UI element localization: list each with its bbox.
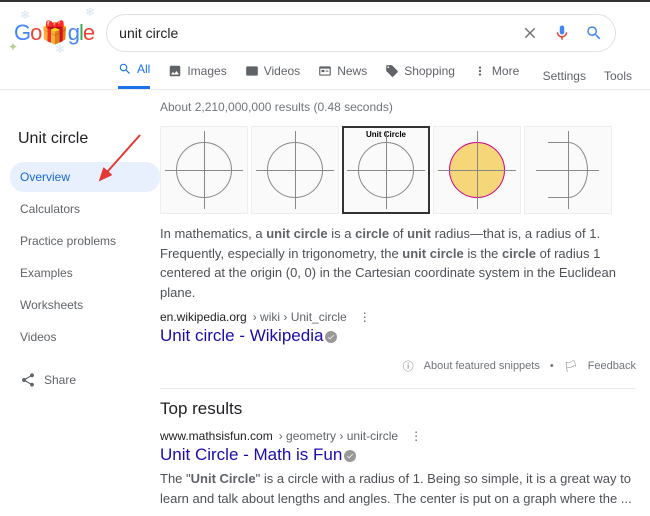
tab-label: Images — [187, 64, 226, 78]
sidebar-item-calculators[interactable]: Calculators — [10, 194, 160, 224]
verified-icon — [325, 331, 337, 343]
more-icon[interactable]: ⋮ — [410, 429, 422, 443]
more-icon[interactable]: ⋮ — [359, 310, 371, 324]
about-snippets-link[interactable]: About featured snippets — [424, 360, 540, 372]
sidebar-item-examples[interactable]: Examples — [10, 258, 160, 288]
tab-label: Videos — [264, 64, 300, 78]
tab-images[interactable]: Images — [168, 62, 226, 89]
search-box[interactable] — [106, 14, 616, 52]
thumbnail[interactable] — [433, 126, 521, 214]
sidebar-item-overview[interactable]: Overview — [10, 162, 160, 192]
result-stats: About 2,210,000,000 results (0.48 second… — [0, 90, 650, 114]
result-title-link[interactable]: Unit circle - Wikipedia — [160, 326, 323, 346]
side-title: Unit circle — [10, 126, 160, 162]
image-thumbnails: Unit Circle — [160, 126, 636, 214]
result-cite: en.wikipedia.org › wiki › Unit_circle ⋮ — [160, 310, 636, 324]
tab-label: All — [137, 62, 150, 76]
search-icon[interactable] — [585, 24, 603, 42]
feedback-link[interactable]: Feedback — [588, 360, 636, 372]
tab-label: News — [337, 64, 367, 78]
tab-label: Shopping — [404, 64, 455, 78]
section-heading: Top results — [160, 399, 636, 419]
tab-more[interactable]: More — [473, 62, 519, 89]
info-icon[interactable]: ⓘ — [403, 358, 414, 374]
tools-link[interactable]: Tools — [604, 69, 632, 83]
tab-videos[interactable]: Videos — [245, 62, 300, 89]
sidebar-item-videos[interactable]: Videos — [10, 322, 160, 352]
search-input[interactable] — [119, 25, 521, 41]
settings-link[interactable]: Settings — [543, 69, 586, 83]
tab-all[interactable]: All — [118, 62, 150, 89]
verified-icon — [344, 450, 356, 462]
tab-news[interactable]: News — [318, 62, 367, 89]
feedback-icon: 🏳 — [564, 360, 578, 373]
share-icon — [20, 372, 36, 388]
thumbnail[interactable] — [524, 126, 612, 214]
result-snippet: The "Unit Circle" is a circle with a rad… — [160, 469, 636, 508]
thumbnail[interactable] — [251, 126, 339, 214]
clear-icon[interactable] — [521, 24, 539, 42]
result-title-link[interactable]: Unit Circle - Math is Fun — [160, 445, 342, 465]
sidebar-item-worksheets[interactable]: Worksheets — [10, 290, 160, 320]
mic-icon[interactable] — [553, 24, 571, 42]
sidebar-item-practice[interactable]: Practice problems — [10, 226, 160, 256]
share-button[interactable]: Share — [10, 354, 160, 406]
tab-label: More — [492, 64, 519, 78]
featured-snippet: In mathematics, a unit circle is a circl… — [160, 224, 636, 302]
thumbnail[interactable] — [160, 126, 248, 214]
tab-shopping[interactable]: Shopping — [385, 62, 455, 89]
thumbnail-selected[interactable]: Unit Circle — [342, 126, 430, 214]
share-label: Share — [44, 373, 76, 387]
result-cite: www.mathsisfun.com › geometry › unit-cir… — [160, 429, 636, 443]
